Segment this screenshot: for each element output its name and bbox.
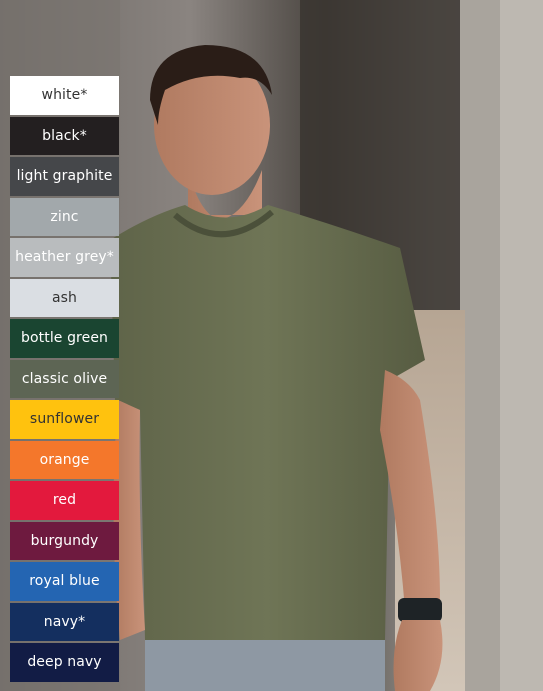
color-swatch[interactable]: royal blue bbox=[10, 562, 119, 601]
color-swatch-label: ash bbox=[51, 289, 78, 306]
color-swatch[interactable]: deep navy bbox=[10, 643, 119, 682]
color-swatch-label: heather grey* bbox=[15, 249, 114, 266]
color-swatch-label: sunflower bbox=[29, 411, 100, 428]
color-swatch-label: zinc bbox=[50, 208, 79, 225]
color-swatch[interactable]: ash bbox=[10, 278, 119, 317]
color-swatch-label: navy* bbox=[43, 613, 86, 630]
color-swatch[interactable]: zinc bbox=[10, 197, 119, 236]
color-swatch-label: red bbox=[52, 492, 77, 509]
color-swatch[interactable]: red bbox=[10, 481, 119, 520]
color-swatch[interactable]: black* bbox=[10, 116, 119, 155]
color-swatch[interactable]: burgundy bbox=[10, 521, 119, 560]
color-swatch[interactable]: light graphite bbox=[10, 157, 119, 196]
color-swatch-label: deep navy bbox=[27, 654, 102, 671]
color-swatch-list: white* black* light graphite zinc heather gr… bbox=[10, 76, 119, 682]
color-swatch[interactable]: sunflower bbox=[10, 400, 119, 439]
color-swatch[interactable]: bottle green bbox=[10, 319, 119, 358]
color-swatch-label: light graphite bbox=[16, 168, 113, 185]
color-swatch[interactable]: white* bbox=[10, 76, 119, 115]
color-swatch[interactable]: navy* bbox=[10, 602, 119, 641]
color-swatch-label: classic olive bbox=[21, 370, 108, 387]
color-swatch-label: bottle green bbox=[20, 330, 109, 347]
color-swatch-label: black* bbox=[42, 127, 87, 144]
color-swatch-label: orange bbox=[39, 451, 90, 468]
color-swatch[interactable]: classic olive bbox=[10, 359, 119, 398]
color-swatch-label: royal blue bbox=[29, 573, 100, 590]
color-swatch-label: white* bbox=[41, 87, 88, 104]
color-swatch[interactable]: orange bbox=[10, 440, 119, 479]
color-swatch-label: burgundy bbox=[30, 532, 99, 549]
color-swatch[interactable]: heather grey* bbox=[10, 238, 119, 277]
